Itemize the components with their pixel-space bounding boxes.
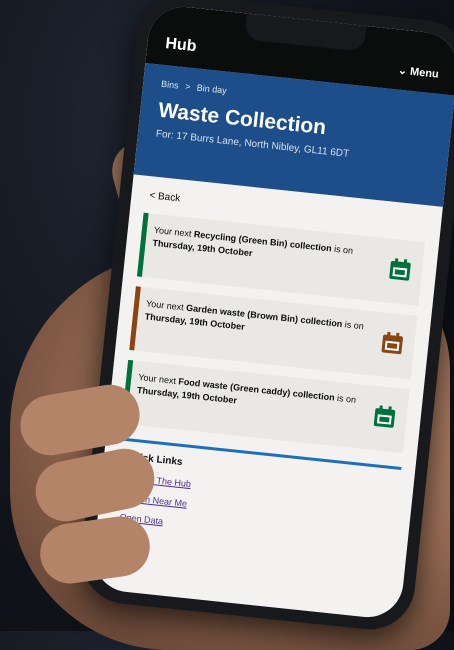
calendar-icon bbox=[387, 257, 413, 283]
menu-label: Menu bbox=[409, 65, 440, 81]
card-accent-bar bbox=[136, 212, 149, 277]
phone-screen: Hub ⌄ Menu Bins > Bin day Waste Collecti… bbox=[90, 3, 454, 621]
calendar-icon bbox=[371, 404, 397, 430]
breadcrumb-current: Bin day bbox=[196, 82, 228, 96]
breadcrumb-separator: > bbox=[184, 81, 191, 92]
collection-text: Your next Recycling (Green Bin) collecti… bbox=[152, 224, 354, 259]
calendar-icon bbox=[379, 330, 405, 356]
collection-text: Your next Food waste (Green caddy) colle… bbox=[136, 372, 357, 406]
collection-text: Your next Garden waste (Brown Bin) colle… bbox=[144, 298, 365, 332]
card-accent-bar bbox=[129, 286, 141, 351]
menu-button[interactable]: ⌄ Menu bbox=[397, 64, 439, 81]
breadcrumb-link-bins[interactable]: Bins bbox=[161, 79, 179, 91]
brand-logo[interactable]: Hub bbox=[164, 35, 198, 56]
